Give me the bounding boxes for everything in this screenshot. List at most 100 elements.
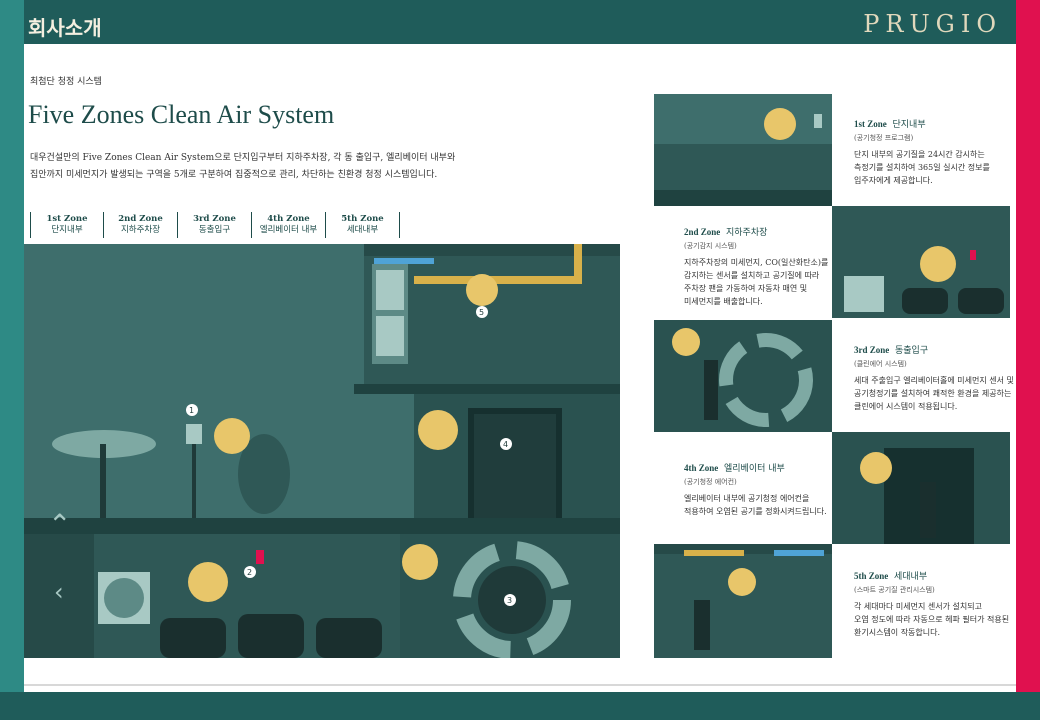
zone-2-desc-4: 미세먼지를 배출합니다. [684,297,763,306]
zone-4-image [832,432,1010,544]
zone-1-air-quality-icon [764,108,796,140]
zone-5-subtitle: (스마트 공기질 관리시스템) [854,586,935,594]
zone-1-sensor-icon [814,114,822,128]
zone-1-description: 1st Zone 단지내부 (공기청정 프로그램) 단지 내부의 공기질을 24… [854,118,1014,187]
car-2 [238,614,304,658]
zone-2-description: 2nd Zone 지하주차장 (공기감지 시스템) 지하주차장의 미세먼지, C… [684,226,834,308]
zone-4-desc-2: 적용하여 오염된 공기를 정화시켜드립니다. [684,507,827,516]
header-title[interactable]: 회사소개 [28,12,102,41]
zone-3-desc-1: 세대 주출입구 엘리베이터홀에 미세먼지 센서 및 [854,376,1014,385]
zone-2-fan-box [844,276,884,312]
top-header: 회사소개 PRUGIO [24,0,1016,44]
zone-1-image [654,94,832,206]
tab-zone-3-ko: 동출입구 [198,225,231,235]
tab-zone-5[interactable]: 5th Zone 세대내부 [326,212,400,238]
intro-line-2: 집안까지 미세먼지가 발생되는 구역을 5개로 구분하여 집중적으로 관리, 차… [30,170,438,180]
zone-2-car-2 [958,288,1004,314]
zone-5-duct-yellow [684,550,744,556]
zone-4-description: 4th Zone 엘리베이터 내부 (공기청정 에어컨) 엘리베이터 내부에 공… [684,462,834,518]
tab-zone-1-ko: 단지내부 [51,225,83,235]
eyebrow-label: 최첨단 청정 시스템 [30,77,102,87]
marker-2-label: 2 [247,568,252,577]
intro-line-1: 대우건설만의 Five Zones Clean Air System으로 단지입… [30,153,456,163]
zone-2-car-1 [902,288,948,314]
zone-3-desc-3: 클린에어 시스템이 적용됩니다. [854,402,958,411]
zone-3-subtitle: (클린에어 시스템) [854,360,907,368]
zone-1-desc-3: 입주자에게 제공합니다. [854,176,933,185]
zone-4-scene [832,432,1010,544]
zone-1-street [654,190,832,206]
zone-5-scene [654,544,832,658]
zone-2-image [832,206,1010,318]
zone-2-sensor-icon [970,250,976,260]
car-3 [316,618,382,658]
zone-2-subtitle: (공기감지 시스템) [684,242,737,250]
ground [24,518,620,534]
duct-yellow-vertical [574,244,582,284]
zone-tabs: 1st Zone 단지내부 2nd Zone 지하주차장 3rd Zone 동출… [30,212,400,238]
zone-5-title-ko: 세대내부 [894,572,928,582]
co-sensor [256,550,264,564]
frame-left [0,0,24,720]
air-purifier-icon [402,544,438,580]
zone-5-title-en: 5th Zone [854,571,889,581]
zone-2-desc-1: 지하주차장의 미세먼지, CO(일산화탄소)를 [684,258,829,267]
zone-4-title: 4th Zone 엘리베이터 내부 [684,462,834,476]
zone-5-title: 5th Zone 세대내부 [854,570,1014,584]
zone-5-bg [654,544,832,658]
tree-trunk [100,444,106,518]
zone-3-image [654,320,832,432]
duct-blue [374,258,434,264]
zone-5-image [654,544,832,658]
tab-zone-1[interactable]: 1st Zone 단지내부 [30,212,104,238]
zone-2-title: 2nd Zone 지하주차장 [684,226,834,240]
zone-4-title-ko: 엘리베이터 내부 [724,464,785,474]
zone-3-description: 3rd Zone 동출입구 (클린에어 시스템) 세대 주출입구 엘리베이터홀에… [854,344,1014,413]
marker-4-label: 4 [503,440,508,449]
floor-slab [354,384,620,394]
zone-1-desc-1: 단지 내부의 공기질을 24시간 감시하는 [854,150,985,159]
zone-3-title: 3rd Zone 동출입구 [854,344,1014,358]
brand-logo[interactable]: PRUGIO [863,10,1002,38]
zone-5-smart-sensor-icon [728,568,756,596]
page-title: Five Zones Clean Air System [28,100,335,129]
apartment-window-pane [376,270,404,310]
air-quality-icon [214,418,250,454]
zone-5-person [694,600,710,650]
content-page: 최첨단 청정 시스템 Five Zones Clean Air System 대… [24,44,1016,692]
frame-right [1016,0,1040,720]
tab-zone-2[interactable]: 2nd Zone 지하주차장 [104,212,178,238]
zone-1-subtitle: (공기청정 프로그램) [854,134,914,142]
fan-icon [188,562,228,602]
intro-text: 대우건설만의 Five Zones Clean Air System으로 단지입… [30,150,490,184]
marker-5-label: 5 [479,308,484,317]
building-illustration-svg: ⌃ ‹ 1 2 3 4 5 [24,244,620,658]
tab-zone-5-en: 5th Zone [341,214,384,224]
zone-5-duct-blue [774,550,824,556]
zone-2-fan-icon [920,246,956,282]
tab-zone-4-ko: 엘리베이터 내부 [259,225,318,235]
tab-zone-3[interactable]: 3rd Zone 동출입구 [178,212,252,238]
sensor-box [186,424,202,444]
zone-1-title-ko: 단지내부 [892,120,926,130]
bottom-divider [24,684,1016,686]
zone-2-scene [832,206,1010,318]
zone-2-desc-2: 감지하는 센서를 설치하고 공기질에 따라 [684,271,820,280]
zone-3-title-en: 3rd Zone [854,345,890,355]
zone-1-title-en: 1st Zone [854,119,887,129]
tab-zone-5-ko: 세대내부 [346,225,379,235]
zone-5-description: 5th Zone 세대내부 (스마트 공기질 관리시스템) 각 세대마다 미세먼… [854,570,1014,639]
frame-bottom [0,692,1040,720]
tab-zone-4[interactable]: 4th Zone 엘리베이터 내부 [252,212,326,238]
zone-4-person [920,482,936,538]
zone-3-scene [654,320,832,432]
zone-1-desc-2: 측정기를 설치하여 365일 실시간 정보를 [854,163,990,172]
wind-wave-icon [418,410,458,450]
zone-2-title-en: 2nd Zone [684,227,721,237]
sensor-pole [192,440,196,518]
zone-1-title: 1st Zone 단지내부 [854,118,1014,132]
zone-2-desc-3: 주차장 팬을 가동하여 자동차 매연 및 [684,284,808,293]
tab-zone-3-en: 3rd Zone [193,214,236,224]
zone-3-person [704,360,718,420]
car-1 [160,618,226,658]
